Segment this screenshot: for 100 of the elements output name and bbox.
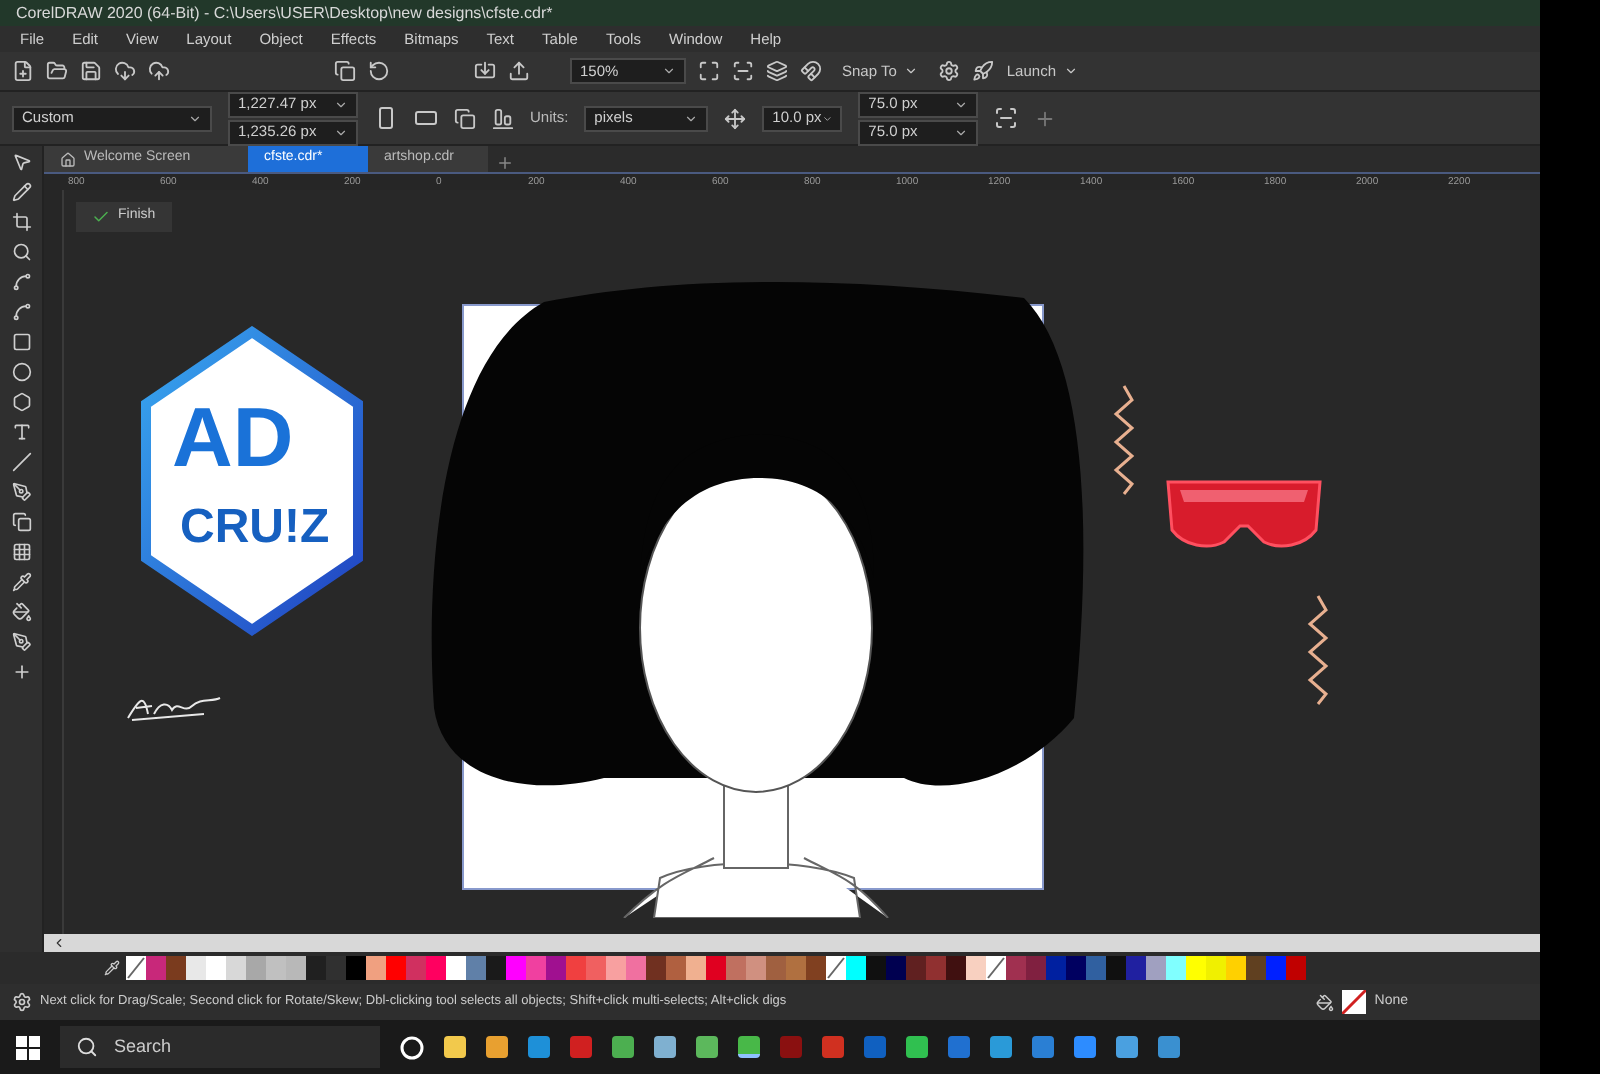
outline-pen-icon[interactable] <box>11 632 31 652</box>
color-swatch[interactable] <box>866 956 886 980</box>
color-swatch[interactable] <box>346 956 366 980</box>
cloud-upload-icon[interactable] <box>148 60 170 82</box>
app-icon[interactable] <box>1158 1036 1180 1058</box>
zoom-icon[interactable] <box>11 242 31 262</box>
color-swatch[interactable] <box>1246 956 1266 980</box>
cloud-download-icon[interactable] <box>114 60 136 82</box>
color-swatch[interactable] <box>386 956 406 980</box>
freehand-icon[interactable] <box>11 272 31 292</box>
color-swatch[interactable] <box>586 956 606 980</box>
portrait-icon[interactable] <box>374 106 398 130</box>
app-icon[interactable] <box>528 1036 550 1058</box>
color-swatch[interactable] <box>646 956 666 980</box>
color-swatch[interactable] <box>406 956 426 980</box>
add-icon[interactable] <box>1034 107 1057 129</box>
eyedropper-icon[interactable] <box>104 960 120 976</box>
color-swatch[interactable] <box>426 956 446 980</box>
app-icon[interactable] <box>1116 1036 1138 1058</box>
color-swatch[interactable] <box>886 956 906 980</box>
curve-icon[interactable] <box>11 302 31 322</box>
app-icon[interactable] <box>444 1036 466 1058</box>
color-swatch[interactable] <box>846 956 866 980</box>
color-swatch[interactable] <box>1146 956 1166 980</box>
color-swatch[interactable] <box>1046 956 1066 980</box>
color-swatch[interactable] <box>746 956 766 980</box>
import-icon[interactable] <box>474 60 496 82</box>
app-icon[interactable] <box>738 1036 760 1058</box>
color-swatch[interactable] <box>546 956 566 980</box>
pointer-icon[interactable] <box>11 152 31 172</box>
color-swatch[interactable] <box>186 956 206 980</box>
color-swatch[interactable] <box>686 956 706 980</box>
zoom-fit-icon[interactable] <box>698 60 720 82</box>
color-swatch[interactable] <box>1166 956 1186 980</box>
settings-icon[interactable] <box>12 992 32 1012</box>
new-document-icon[interactable] <box>12 60 34 82</box>
ellipse-icon[interactable] <box>11 362 31 382</box>
taskbar-search-field[interactable]: Search <box>60 1026 380 1068</box>
color-swatch[interactable] <box>666 956 686 980</box>
crop-icon[interactable] <box>11 212 31 232</box>
color-swatch[interactable] <box>146 956 166 980</box>
landscape-icon[interactable] <box>414 106 438 130</box>
fill-icon[interactable] <box>11 602 31 622</box>
app-icon[interactable] <box>696 1036 718 1058</box>
task-view-icon[interactable] <box>400 1035 424 1059</box>
color-swatch[interactable] <box>606 956 626 980</box>
color-swatch[interactable] <box>326 956 346 980</box>
color-swatch[interactable] <box>1226 956 1246 980</box>
color-swatch[interactable] <box>806 956 826 980</box>
launch-icon[interactable] <box>972 60 995 82</box>
app-icon[interactable] <box>486 1036 508 1058</box>
app-icon[interactable] <box>654 1036 676 1058</box>
color-swatch[interactable] <box>486 956 506 980</box>
color-swatch[interactable] <box>626 956 646 980</box>
app-icon[interactable] <box>990 1036 1012 1058</box>
color-swatch[interactable] <box>966 956 986 980</box>
color-swatch[interactable] <box>1186 956 1206 980</box>
color-swatch[interactable] <box>206 956 226 980</box>
app-icon[interactable] <box>1074 1036 1096 1058</box>
color-swatch[interactable] <box>1286 956 1306 980</box>
eyedropper-icon[interactable] <box>11 572 31 592</box>
color-swatch[interactable] <box>466 956 486 980</box>
no-color-swatch[interactable] <box>986 956 1006 980</box>
color-swatch[interactable] <box>226 956 246 980</box>
no-color-swatch[interactable] <box>126 956 146 980</box>
plus-icon[interactable] <box>11 662 31 682</box>
color-swatch[interactable] <box>926 956 946 980</box>
app-icon[interactable] <box>1032 1036 1054 1058</box>
scroll-left-icon[interactable] <box>52 936 66 950</box>
color-swatch[interactable] <box>566 956 586 980</box>
settings-icon[interactable] <box>938 60 961 82</box>
color-swatch[interactable] <box>1206 956 1226 980</box>
rectangle-icon[interactable] <box>11 332 31 352</box>
color-swatch[interactable] <box>706 956 726 980</box>
app-icon[interactable] <box>906 1036 928 1058</box>
text-icon[interactable] <box>11 422 31 442</box>
color-swatch[interactable] <box>166 956 186 980</box>
color-swatch[interactable] <box>1006 956 1026 980</box>
color-swatch[interactable] <box>1086 956 1106 980</box>
app-icon[interactable] <box>948 1036 970 1058</box>
color-swatch[interactable] <box>306 956 326 980</box>
color-swatch[interactable] <box>726 956 746 980</box>
line-icon[interactable] <box>11 452 31 472</box>
color-swatch[interactable] <box>1026 956 1046 980</box>
color-swatch[interactable] <box>1106 956 1126 980</box>
shape-tool-icon[interactable] <box>11 182 31 202</box>
color-swatch[interactable] <box>506 956 526 980</box>
color-swatch[interactable] <box>246 956 266 980</box>
undo-icon[interactable] <box>368 60 390 82</box>
windows-start-icon[interactable] <box>16 1035 40 1059</box>
color-swatch[interactable] <box>1066 956 1086 980</box>
polygon-icon[interactable] <box>11 392 31 412</box>
color-swatch[interactable] <box>1266 956 1286 980</box>
color-swatch[interactable] <box>446 956 466 980</box>
color-swatch[interactable] <box>766 956 786 980</box>
full-screen-icon[interactable] <box>732 60 754 82</box>
color-swatch[interactable] <box>786 956 806 980</box>
app-icon[interactable] <box>822 1036 844 1058</box>
color-swatch[interactable] <box>906 956 926 980</box>
snap-icon[interactable] <box>800 60 822 82</box>
